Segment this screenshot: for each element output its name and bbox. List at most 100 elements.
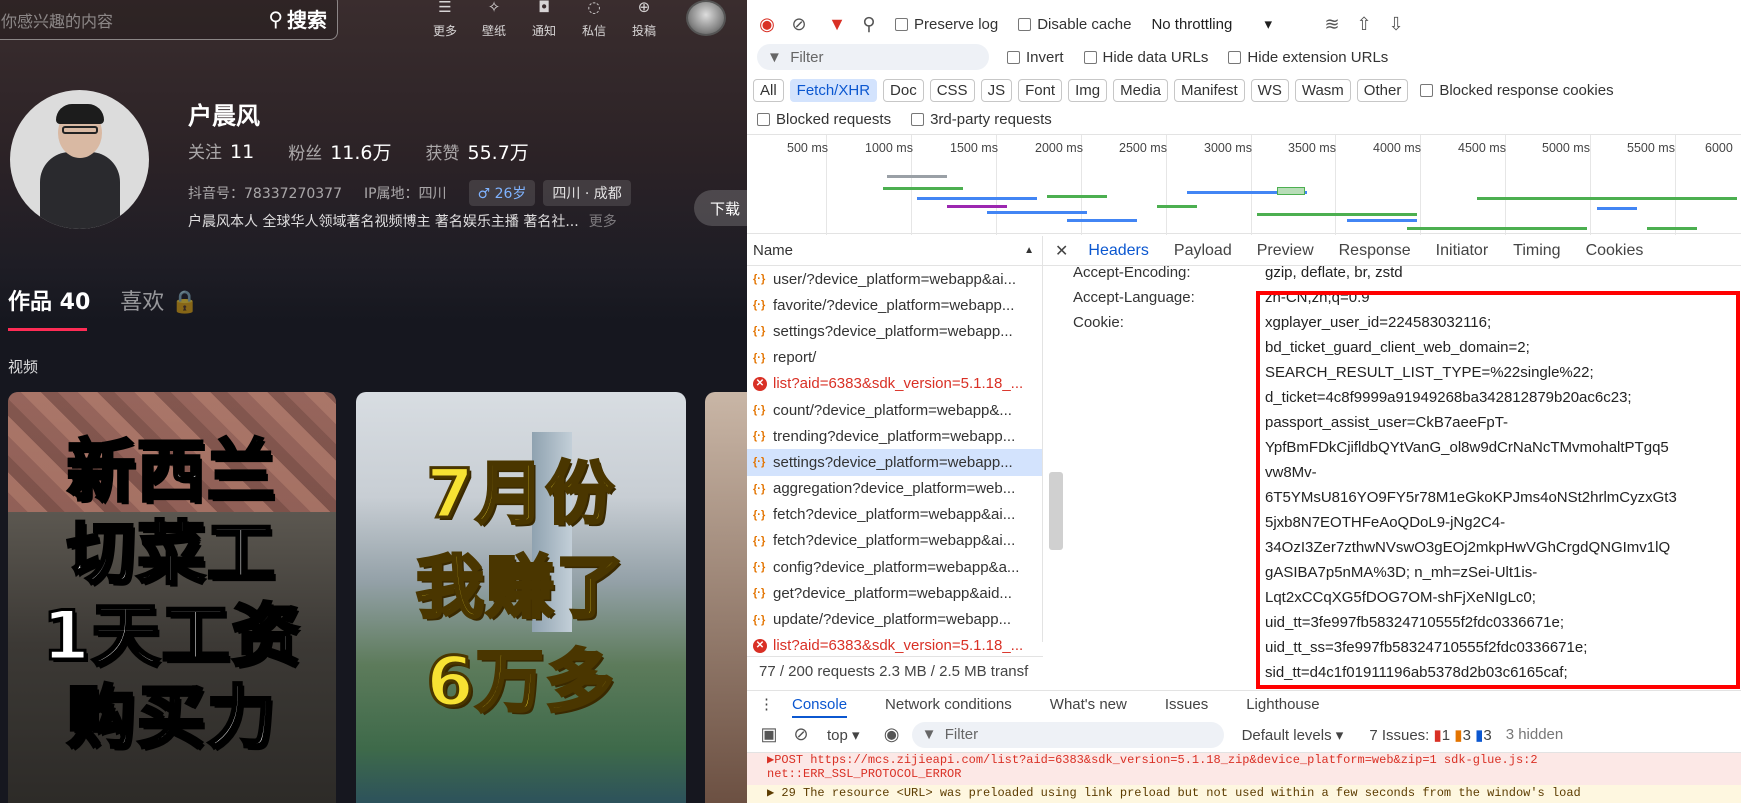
type-ws[interactable]: WS: [1250, 78, 1289, 102]
request-row[interactable]: {·} update/?device_platform=webapp...: [747, 606, 1042, 632]
wallpaper-icon: ✧: [487, 0, 501, 16]
tab-issues[interactable]: Issues: [1165, 696, 1208, 713]
tab-lighthouse[interactable]: Lighthouse: [1246, 696, 1319, 713]
more-button[interactable]: ☰ 更多: [425, 0, 465, 39]
request-row[interactable]: {·} config?device_platform=webapp&a...: [747, 554, 1042, 580]
search-icon[interactable]: ⚲: [853, 14, 885, 35]
sidebar-toggle-icon[interactable]: ▣: [753, 724, 785, 745]
close-icon[interactable]: ✕: [1055, 241, 1068, 261]
timeline-tick: 6000: [1705, 141, 1733, 155]
request-row[interactable]: {·} fetch?device_platform=webapp&ai...: [747, 528, 1042, 554]
tab-likes[interactable]: 喜欢 🔒: [120, 284, 198, 316]
video-cover-text: 新西兰 切菜工 1天工资 购买力: [41, 432, 302, 760]
type-wasm[interactable]: Wasm: [1294, 78, 1351, 102]
tab-timing[interactable]: Timing: [1513, 242, 1560, 260]
request-row[interactable]: {·} aggregation?device_platform=web...: [747, 476, 1042, 502]
type-manifest[interactable]: Manifest: [1173, 78, 1245, 102]
search-box[interactable]: 你感兴趣的内容 ⚲ 搜索: [0, 0, 338, 40]
timeline-tick: 500 ms: [787, 141, 828, 155]
follow-stat[interactable]: 关注 11: [188, 138, 288, 165]
tab-payload[interactable]: Payload: [1174, 242, 1232, 260]
video-card[interactable]: [705, 392, 747, 803]
message-icon: ◌: [587, 0, 601, 16]
video-card[interactable]: 7月份 我赚了 6万多: [356, 392, 686, 803]
upload-button[interactable]: ⊕ 投稿: [624, 0, 664, 39]
profile-avatar: [10, 90, 149, 229]
detail-tabs: ✕ Headers Payload Preview Response Initi…: [1043, 236, 1741, 266]
request-row[interactable]: {·} report/: [747, 345, 1042, 371]
request-row[interactable]: {·} fetch?device_platform=webapp&ai...: [747, 502, 1042, 528]
bio-more-link[interactable]: 更多: [589, 214, 617, 230]
search-button[interactable]: ⚲ 搜索: [268, 4, 327, 33]
header-key: Accept-Language:: [1073, 289, 1195, 306]
tab-initiator[interactable]: Initiator: [1436, 242, 1488, 260]
type-font[interactable]: Font: [1018, 78, 1063, 102]
timeline-tick: 2000 ms: [1035, 141, 1083, 155]
kebab-icon[interactable]: ⋮: [759, 695, 774, 713]
eye-icon[interactable]: ◉: [876, 724, 908, 745]
levels-select[interactable]: Default levels ▾: [1242, 726, 1344, 744]
request-row[interactable]: {·} settings?device_platform=webapp...: [747, 318, 1042, 344]
type-css[interactable]: CSS: [929, 78, 975, 102]
tab-whats-new[interactable]: What's new: [1050, 696, 1127, 713]
tab-headers[interactable]: Headers: [1088, 242, 1148, 260]
context-select[interactable]: top ▾: [827, 726, 860, 744]
tab-network-conditions[interactable]: Network conditions: [885, 696, 1012, 713]
filter-input[interactable]: ▼ Filter: [757, 44, 989, 70]
download-har-icon[interactable]: ⇩: [1380, 14, 1412, 35]
tab-response[interactable]: Response: [1339, 242, 1411, 260]
tab-cookies[interactable]: Cookies: [1586, 242, 1644, 260]
type-all[interactable]: All: [753, 78, 784, 102]
message-button[interactable]: ◌ 私信: [574, 0, 614, 39]
request-row[interactable]: {·} count/?device_platform=webapp&...: [747, 397, 1042, 423]
console-warning-message[interactable]: ▶ 29 The resource <URL> was preloaded us…: [747, 785, 1741, 803]
timeline-tick: 4500 ms: [1458, 141, 1506, 155]
third-party-checkbox[interactable]: 3rd-party requests: [911, 111, 1052, 128]
type-js[interactable]: JS: [980, 78, 1013, 102]
video-cover-text: 7月份 我赚了 6万多: [414, 454, 626, 724]
request-row[interactable]: {·} user/?device_platform=webapp&ai...: [747, 266, 1042, 292]
type-other[interactable]: Other: [1356, 78, 1409, 102]
clear-icon[interactable]: ⊘: [783, 14, 815, 35]
hide-data-urls-checkbox[interactable]: Hide data URLs: [1083, 49, 1208, 66]
age-tag: ♂ 26岁: [468, 180, 536, 206]
tab-preview[interactable]: Preview: [1257, 242, 1314, 260]
tab-console[interactable]: Console: [792, 696, 848, 718]
disable-cache-checkbox[interactable]: Disable cache: [1018, 16, 1131, 33]
invert-checkbox[interactable]: Invert: [1007, 49, 1064, 66]
name-column-header[interactable]: Name ▲: [747, 236, 1042, 266]
tab-works[interactable]: 作品 40: [8, 284, 90, 331]
request-row-error[interactable]: ✕ list?aid=6383&sdk_version=5.1.18_...: [747, 633, 1042, 659]
request-row[interactable]: {·} get?device_platform=webapp&aid...: [747, 580, 1042, 606]
video-card[interactable]: 新西兰 切菜工 1天工资 购买力: [8, 392, 336, 803]
upload-har-icon[interactable]: ⇧: [1348, 14, 1380, 35]
request-row-selected[interactable]: {·} settings?device_platform=webapp...: [747, 449, 1042, 476]
type-doc[interactable]: Doc: [883, 78, 924, 102]
search-input[interactable]: 你感兴趣的内容: [1, 8, 113, 32]
type-fetch-xhr[interactable]: Fetch/XHR: [789, 78, 878, 102]
issues-summary[interactable]: 7 Issues: ▮1 ▮3 ▮3: [1369, 726, 1491, 744]
type-img[interactable]: Img: [1068, 78, 1108, 102]
console-error-message[interactable]: ▶POST https://mcs.zijieapi.com/list?aid=…: [747, 753, 1741, 785]
wifi-icon[interactable]: ≋: [1316, 14, 1348, 35]
clear-console-icon[interactable]: ⊘: [785, 724, 817, 745]
network-overview[interactable]: 500 ms 1000 ms 1500 ms 2000 ms 2500 ms 3…: [747, 134, 1741, 235]
notification-button[interactable]: ◘ 通知: [524, 0, 564, 39]
blocked-response-cookies-checkbox[interactable]: Blocked response cookies: [1420, 82, 1614, 99]
wallpaper-button[interactable]: ✧ 壁纸: [474, 0, 514, 39]
preserve-log-checkbox[interactable]: Preserve log: [895, 16, 998, 33]
type-media[interactable]: Media: [1113, 78, 1168, 102]
blocked-requests-checkbox[interactable]: Blocked requests: [757, 111, 891, 128]
hide-extension-urls-checkbox[interactable]: Hide extension URLs: [1228, 49, 1388, 66]
download-button[interactable]: 下载: [694, 190, 747, 226]
profile-meta: 抖音号：78337270377 IP属地：四川 ♂ 26岁 四川 · 成都: [188, 180, 639, 206]
user-avatar-top[interactable]: [686, 0, 726, 36]
console-filter-input[interactable]: ▼ Filter: [911, 721, 1224, 748]
fans-stat[interactable]: 粉丝 11.6万: [288, 138, 425, 165]
filter-icon[interactable]: ▼: [821, 14, 853, 35]
throttling-select[interactable]: No throttling ▾: [1151, 15, 1272, 33]
request-row-error[interactable]: ✕ list?aid=6383&sdk_version=5.1.18_...: [747, 371, 1042, 397]
record-icon[interactable]: ◉: [751, 14, 783, 35]
request-row[interactable]: {·} favorite/?device_platform=webapp...: [747, 292, 1042, 318]
request-row[interactable]: {·} trending?device_platform=webapp...: [747, 423, 1042, 449]
